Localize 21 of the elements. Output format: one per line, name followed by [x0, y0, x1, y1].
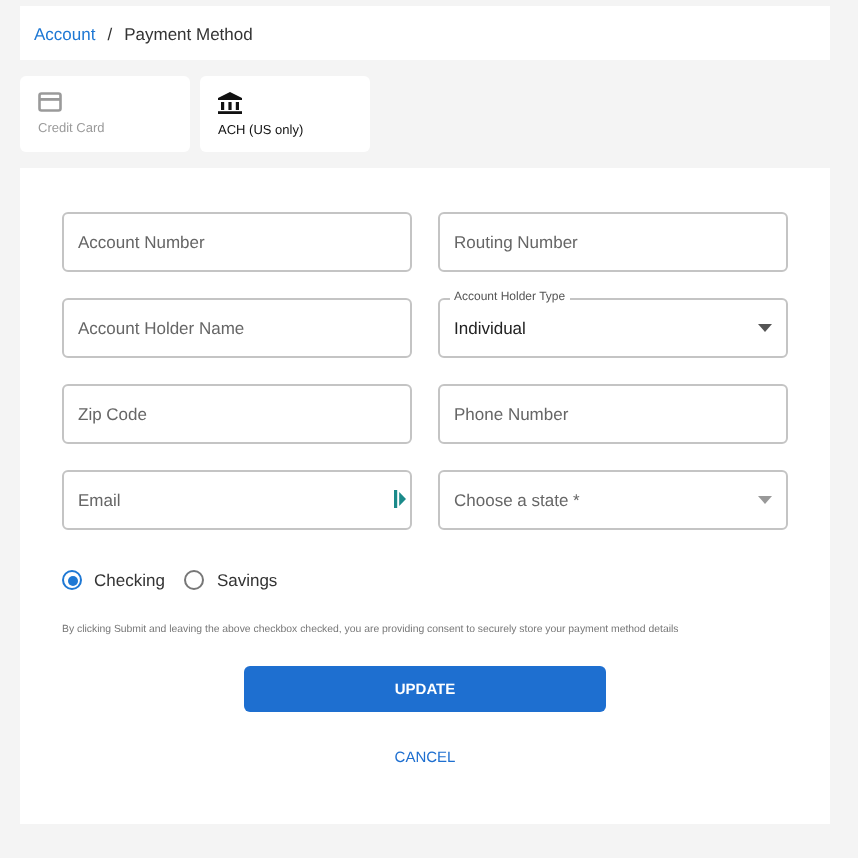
radio-button[interactable]	[62, 570, 82, 590]
input-field[interactable]: Account Holder Name	[62, 298, 412, 358]
breadcrumb-current: Payment Method	[124, 23, 253, 43]
radio-button[interactable]	[184, 570, 205, 590]
input-field[interactable]: Email	[62, 470, 412, 530]
input-field[interactable]: Zip Code	[62, 384, 412, 444]
credit-card-icon	[38, 92, 62, 112]
select-field[interactable]: Choose a state *	[438, 470, 788, 530]
radio-option[interactable]: Checking	[62, 570, 165, 590]
caret-icon	[758, 496, 772, 504]
radio-option[interactable]: Savings	[184, 570, 278, 590]
caret-icon	[758, 324, 772, 332]
autofill-icon[interactable]	[394, 490, 406, 508]
bank-icon	[218, 91, 242, 113]
select-value: Individual	[454, 318, 526, 338]
breadcrumb-separator: /	[107, 23, 113, 43]
input-field[interactable]: Account Number	[62, 212, 412, 272]
breadcrumb-link[interactable]: Account	[34, 23, 96, 43]
input-field[interactable]: Routing Number	[438, 212, 788, 272]
select-placeholder: Choose a state *	[454, 490, 580, 510]
input-field[interactable]: Phone Number	[438, 384, 788, 444]
